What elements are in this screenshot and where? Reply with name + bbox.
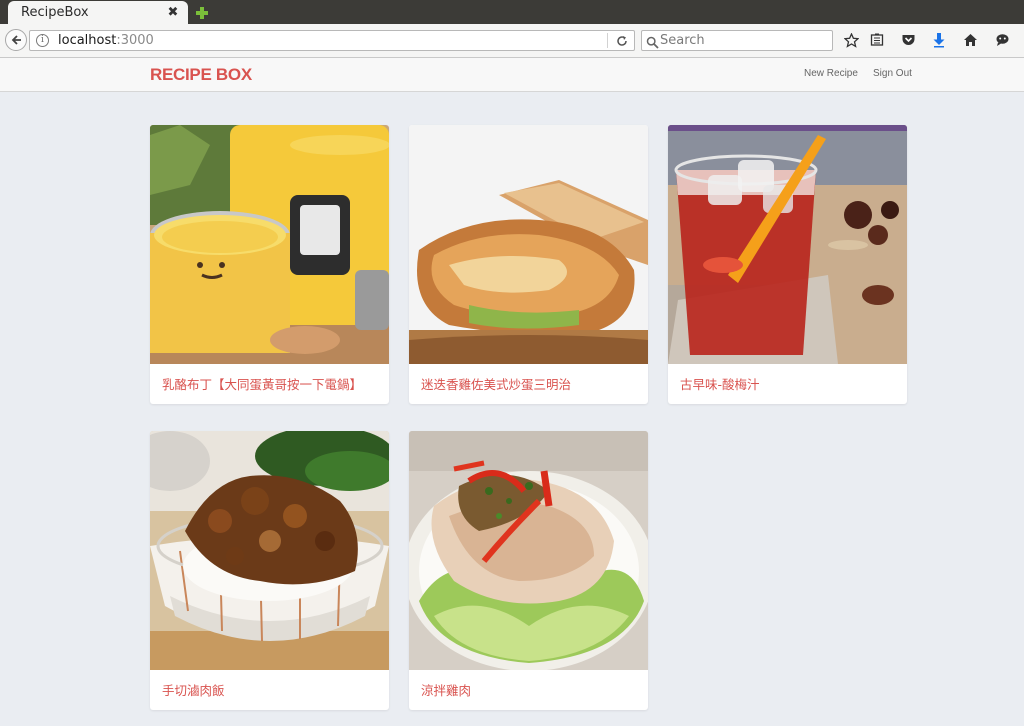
- recipe-card[interactable]: 古早味-酸梅汁: [668, 125, 907, 404]
- recipe-photo[interactable]: [409, 431, 648, 670]
- home-icon[interactable]: [962, 32, 978, 48]
- app-header: RECIPE BOX New Recipe Sign Out: [0, 58, 1024, 92]
- info-icon[interactable]: i: [36, 34, 49, 47]
- tab-close-icon[interactable]: ✖: [166, 5, 180, 20]
- search-bar[interactable]: [641, 30, 833, 51]
- url-host: localhost: [58, 33, 117, 48]
- recipe-card[interactable]: 迷迭香雞佐美式炒蛋三明治: [409, 125, 648, 404]
- url-separator: [607, 33, 608, 48]
- recipe-card[interactable]: 手切滷肉飯: [150, 431, 389, 710]
- bookmark-star-icon[interactable]: [843, 32, 859, 48]
- recipe-photo[interactable]: [150, 431, 389, 670]
- brand-logo[interactable]: RECIPE BOX: [150, 65, 252, 85]
- reader-list-icon[interactable]: [869, 32, 885, 48]
- url-port: :3000: [116, 33, 154, 48]
- pocket-icon[interactable]: [900, 32, 916, 48]
- new-recipe-link[interactable]: New Recipe: [804, 68, 858, 79]
- back-arrow-icon[interactable]: [5, 29, 27, 51]
- recipe-title[interactable]: 涼拌雞肉: [421, 680, 471, 699]
- recipe-photo[interactable]: [668, 125, 907, 364]
- url-text[interactable]: localhost:3000: [58, 33, 154, 48]
- url-bar[interactable]: i localhost:3000: [29, 30, 635, 51]
- browser-tab[interactable]: RecipeBox ✖: [8, 1, 188, 24]
- search-input[interactable]: [660, 32, 828, 49]
- recipe-photo[interactable]: [150, 125, 389, 364]
- sign-out-link[interactable]: Sign Out: [873, 68, 912, 79]
- recipe-card[interactable]: 涼拌雞肉: [409, 431, 648, 710]
- reload-icon[interactable]: [614, 33, 630, 49]
- download-arrow-icon[interactable]: [931, 32, 947, 48]
- recipe-card[interactable]: 乳酪布丁【大同蛋黃哥按一下電鍋】: [150, 125, 389, 404]
- recipe-photo[interactable]: [409, 125, 648, 364]
- tab-title: RecipeBox: [21, 5, 89, 20]
- browser-navigation-bar: i localhost:3000: [0, 24, 1024, 58]
- chat-bubble-icon[interactable]: [994, 32, 1010, 48]
- new-tab-icon[interactable]: [195, 5, 209, 19]
- recipe-title[interactable]: 古早味-酸梅汁: [680, 374, 760, 393]
- browser-tab-strip: RecipeBox ✖: [0, 0, 1024, 24]
- recipe-title[interactable]: 迷迭香雞佐美式炒蛋三明治: [421, 374, 571, 393]
- search-icon: [646, 34, 659, 49]
- recipe-title[interactable]: 乳酪布丁【大同蛋黃哥按一下電鍋】: [162, 374, 362, 393]
- recipe-title[interactable]: 手切滷肉飯: [162, 680, 225, 699]
